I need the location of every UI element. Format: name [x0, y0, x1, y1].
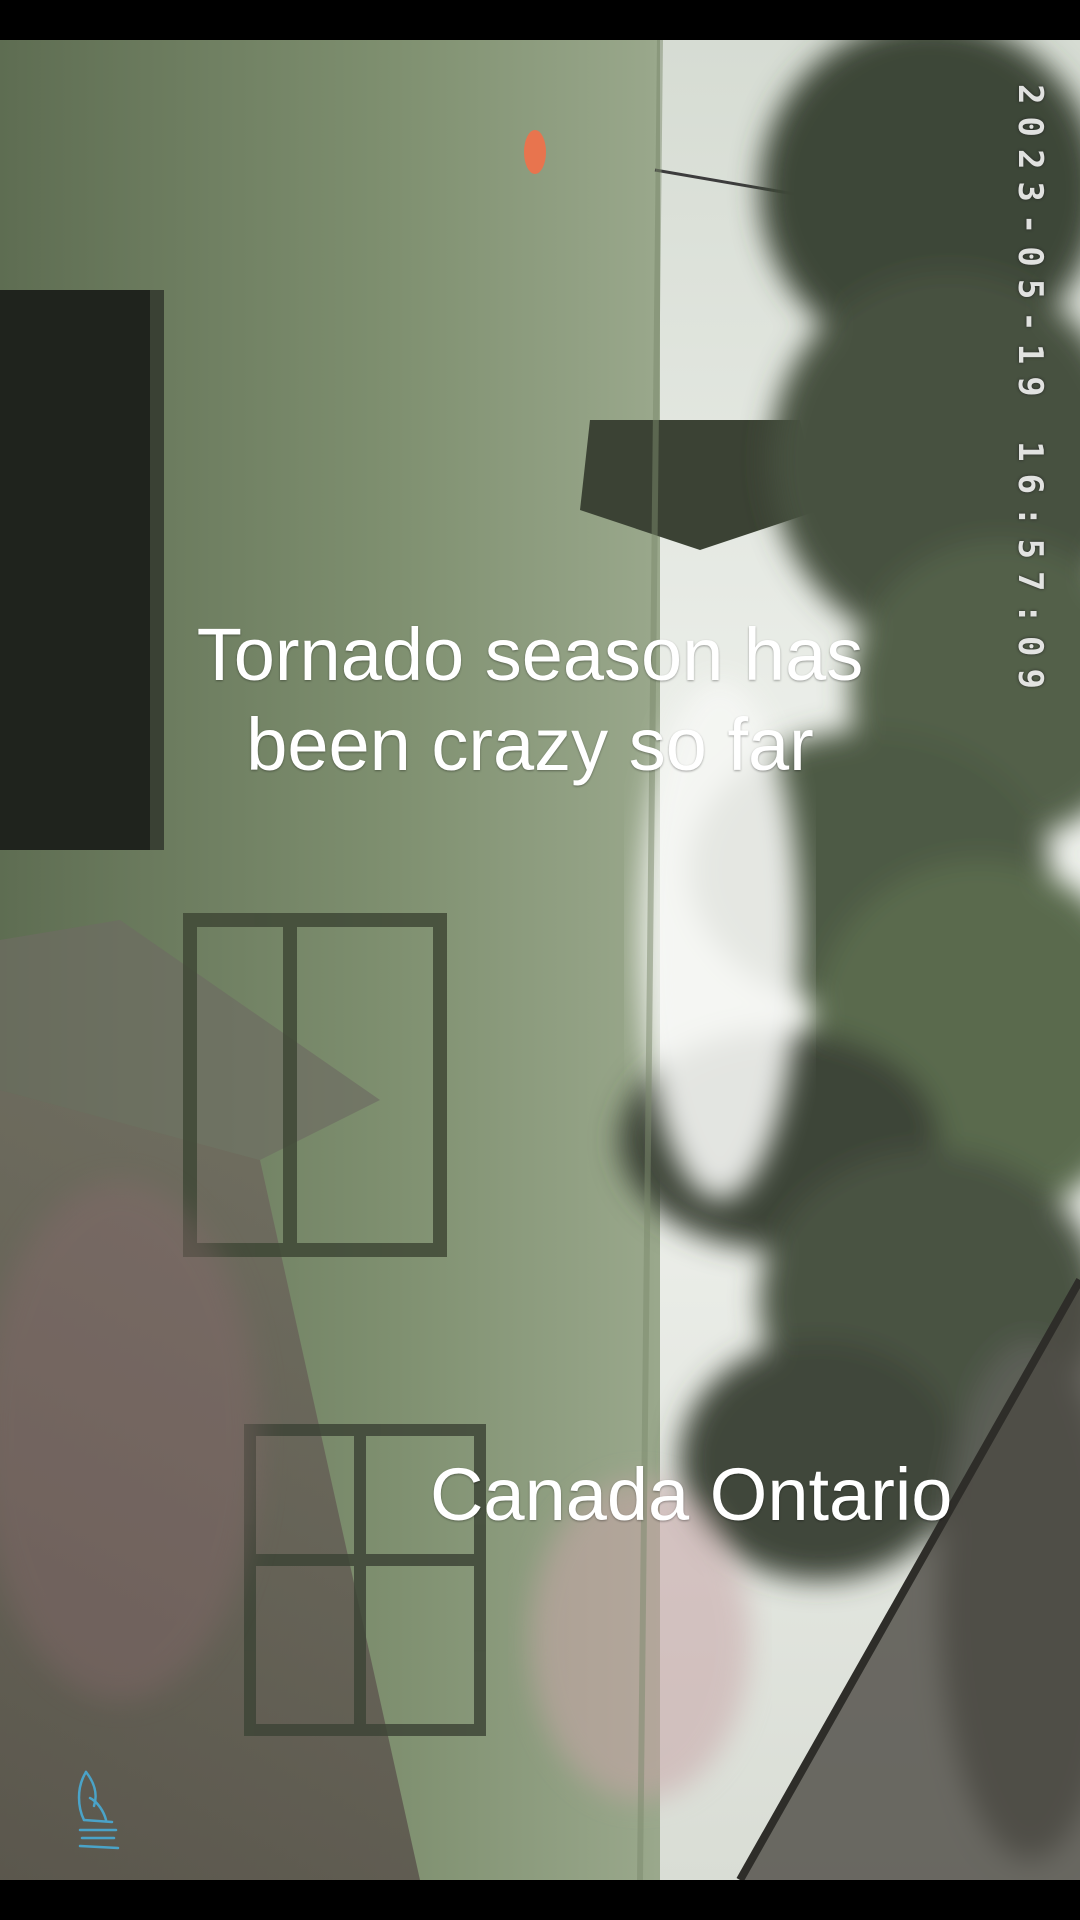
caption-line-1: Tornado season has [196, 613, 864, 696]
video-frame[interactable]: 2023-05-19 16:57:09 [0, 40, 1080, 1880]
hand-sketch-icon [77, 1770, 120, 1850]
video-screen: 2023-05-19 16:57:09 Tornado season has b… [0, 0, 1080, 1920]
video-scene [0, 40, 1080, 1880]
caption-line-2: been crazy so far [246, 703, 814, 787]
location-label: Canada Ontario [430, 1453, 953, 1536]
recording-timestamp: 2023-05-19 16:57:09 [1010, 84, 1050, 701]
caption-text: Tornado season has been crazy so far [150, 610, 910, 791]
top-letterbox-bar [0, 0, 1080, 40]
dark-doorway [0, 290, 150, 850]
orange-light [524, 130, 546, 174]
bottom-letterbox-bar [0, 1880, 1080, 1920]
